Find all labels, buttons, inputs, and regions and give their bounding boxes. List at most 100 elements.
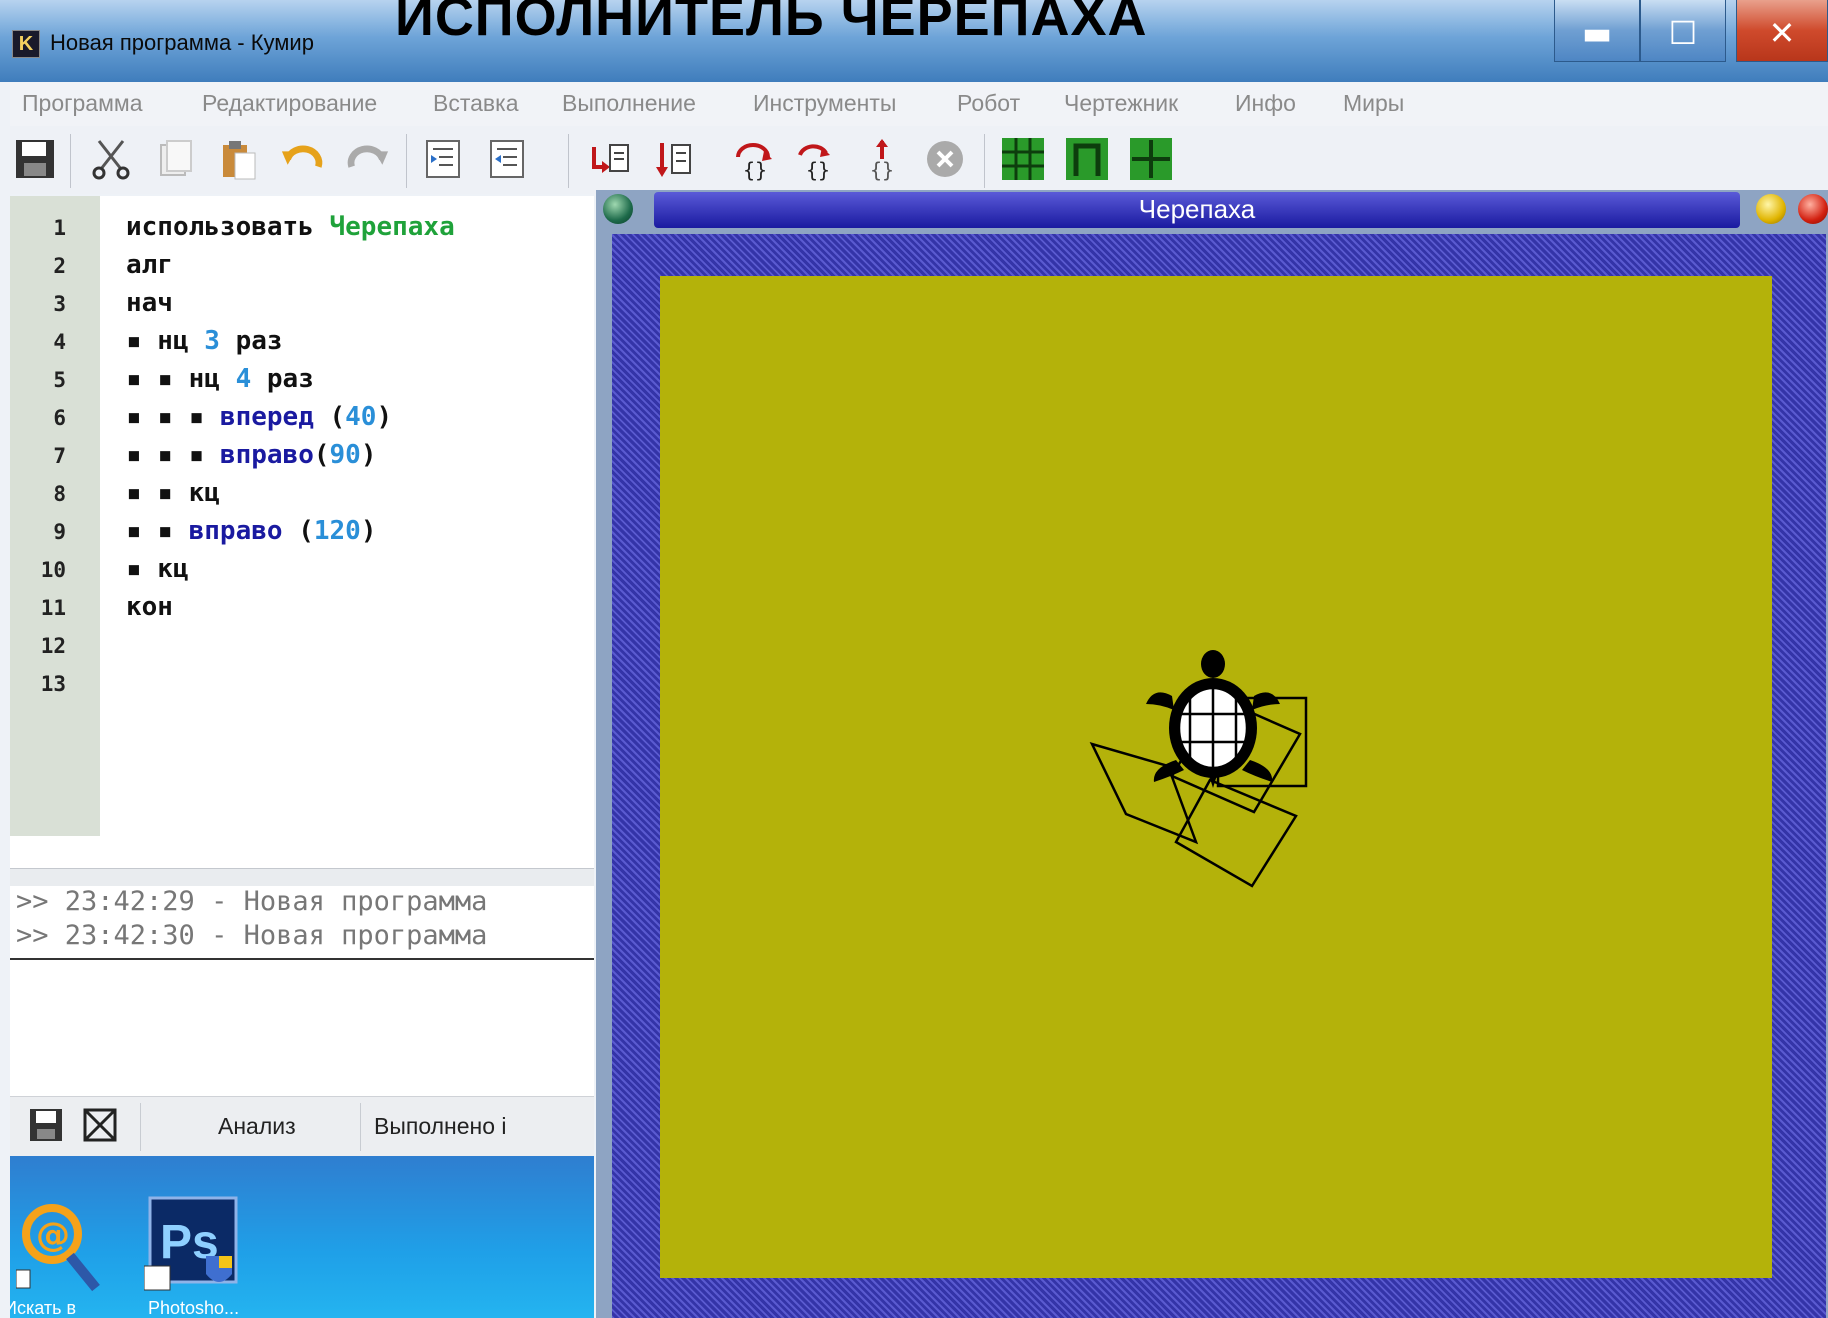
- save-output-icon[interactable]: [26, 1107, 66, 1147]
- screenshot-frame: K Новая программа - Кумир ИСПОЛНИТЕЛЬ ЧЕ…: [0, 0, 1828, 1318]
- robot-world-icon[interactable]: [1000, 136, 1046, 182]
- search-shortcut-label: Искать в: [10, 1298, 77, 1318]
- cut-icon[interactable]: [88, 136, 134, 182]
- code-line[interactable]: ▪ ▪ ▪ вперед (40): [126, 402, 392, 432]
- drawer-world-icon[interactable]: [1064, 136, 1110, 182]
- code-text: ): [376, 402, 393, 432]
- code-keyword: Черепаха: [329, 212, 455, 242]
- close-turtle-icon[interactable]: [1798, 194, 1828, 224]
- toolbar-separator: [984, 134, 985, 188]
- menu-insert[interactable]: Вставка: [433, 90, 519, 117]
- statusbar-separator: [140, 1103, 141, 1151]
- code-keyword: вперед: [219, 402, 314, 432]
- code-text: ▪ ▪ кц: [126, 478, 220, 508]
- code-text: алг: [126, 250, 173, 280]
- console-statusbar: Анализ Выполнено і: [10, 1096, 594, 1157]
- maximize-button[interactable]: ☐: [1640, 0, 1726, 62]
- turtle-drawing: [1089, 650, 1308, 888]
- close-icon: ✕: [1768, 14, 1796, 52]
- code-text: ▪ ▪ нц: [126, 364, 236, 394]
- code-text: нач: [126, 288, 173, 318]
- menu-bar: Программа Редактирование Вставка Выполне…: [10, 82, 1828, 127]
- undo-icon[interactable]: [280, 136, 326, 182]
- close-button[interactable]: ✕: [1736, 0, 1828, 62]
- line-number: 2: [53, 254, 66, 278]
- minimize-turtle-icon[interactable]: [1756, 194, 1786, 224]
- toolbar-separator: [406, 134, 407, 188]
- code-line[interactable]: ▪ ▪ нц 4 раз: [126, 364, 314, 394]
- line-number: 12: [40, 634, 66, 658]
- paste-icon[interactable]: [216, 136, 262, 182]
- photoshop-shortcut-icon[interactable]: Ps: [143, 1196, 244, 1300]
- turtle-icon: [1146, 650, 1280, 788]
- redo-icon[interactable]: [344, 136, 390, 182]
- code-line[interactable]: ▪ нц 3 раз: [126, 326, 283, 356]
- menu-robot[interactable]: Робот: [957, 90, 1020, 117]
- splitter[interactable]: [10, 868, 594, 888]
- turtle-arena[interactable]: [660, 276, 1772, 1278]
- code-line[interactable]: ▪ ▪ вправо (120): [126, 516, 376, 546]
- toolbar: {} {} {}: [10, 126, 1828, 194]
- code-number: 4: [235, 364, 252, 394]
- window-menu-icon[interactable]: [603, 194, 633, 224]
- menu-edit[interactable]: Редактирование: [202, 90, 377, 117]
- code-keyword: вправо: [219, 440, 314, 470]
- turtle-window-titlebar[interactable]: Черепаха: [654, 192, 1740, 228]
- menu-run[interactable]: Выполнение: [562, 90, 696, 117]
- window-titlebar[interactable]: K Новая программа - Кумир ИСПОЛНИТЕЛЬ ЧЕ…: [0, 0, 1828, 82]
- minimize-icon: ▬: [1581, 14, 1613, 52]
- turtle-world-icon[interactable]: [1128, 136, 1174, 182]
- desktop-background: @ Ps Искать в Photosho...: [10, 1156, 594, 1318]
- code-number: 3: [204, 326, 220, 356]
- statusbar-separator: [360, 1103, 361, 1151]
- indent-icon[interactable]: [420, 136, 466, 182]
- maximize-icon: ☐: [1668, 14, 1698, 52]
- code-line[interactable]: алг: [126, 250, 173, 280]
- code-line[interactable]: использовать Черепаха: [126, 212, 455, 242]
- code-line[interactable]: нач: [126, 288, 173, 318]
- analysis-tab[interactable]: Анализ: [218, 1113, 296, 1140]
- code-line[interactable]: ▪ ▪ кц: [126, 478, 220, 508]
- code-text: ▪ нц: [126, 326, 205, 356]
- line-number: 9: [53, 520, 66, 544]
- clear-output-icon[interactable]: [80, 1107, 120, 1147]
- kumir-app-icon: K: [12, 30, 40, 58]
- step-over-icon[interactable]: {}: [858, 136, 904, 182]
- minimize-button[interactable]: ▬: [1554, 0, 1640, 62]
- toolbar-separator: [70, 134, 71, 188]
- copy-icon[interactable]: [152, 136, 198, 182]
- search-shortcut-icon[interactable]: @: [15, 1196, 106, 1300]
- run-icon[interactable]: [588, 136, 634, 182]
- code-line[interactable]: кон: [126, 592, 173, 622]
- code-text: ▪ ▪ ▪: [126, 440, 220, 470]
- line-number: 10: [40, 558, 66, 582]
- code-line[interactable]: ▪ кц: [126, 554, 189, 584]
- svg-text:@: @: [36, 1215, 70, 1255]
- code-editor[interactable]: 1 2 3 4 5 6 7 8 9 10 11 12 13 использовать Черепаха а…: [10, 196, 594, 868]
- save-icon[interactable]: [12, 136, 58, 182]
- code-text: ): [360, 516, 377, 546]
- code-line[interactable]: ▪ ▪ ▪ вправо(90): [126, 440, 376, 470]
- step-out-icon[interactable]: {}: [792, 136, 838, 182]
- code-text: раз: [219, 326, 283, 356]
- svg-text:{}: {}: [870, 158, 894, 181]
- menu-tools[interactable]: Инструменты: [753, 90, 896, 117]
- console-line: >> 23:42:30 - Новая программа: [16, 920, 488, 951]
- line-number: 4: [53, 330, 66, 354]
- svg-text:{}: {}: [806, 158, 830, 181]
- line-number: 11: [40, 596, 66, 620]
- unindent-icon[interactable]: [484, 136, 530, 182]
- menu-worlds[interactable]: Миры: [1343, 90, 1404, 117]
- step-into-icon[interactable]: {}: [730, 136, 776, 182]
- menu-program[interactable]: Программа: [22, 90, 143, 117]
- slide-heading: ИСПОЛНИТЕЛЬ ЧЕРЕПАХА: [395, 0, 1148, 47]
- menu-info[interactable]: Инфо: [1235, 90, 1296, 117]
- code-keyword: вправо: [188, 516, 283, 546]
- code-text: кон: [126, 592, 173, 622]
- output-console: >> 23:42:29 - Новая программа >> 23:42:3…: [10, 886, 594, 1096]
- menu-drawer[interactable]: Чертежник: [1064, 90, 1178, 117]
- window-title: Новая программа - Кумир: [50, 30, 314, 55]
- stop-icon[interactable]: [922, 136, 968, 182]
- code-text: ): [360, 440, 377, 470]
- step-run-icon[interactable]: [652, 136, 698, 182]
